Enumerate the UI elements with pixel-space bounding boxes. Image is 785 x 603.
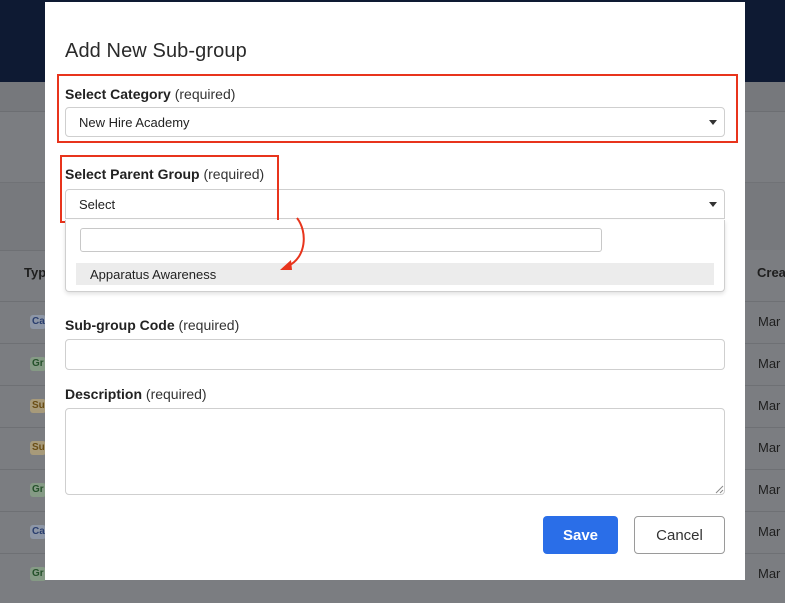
type-badge: Su bbox=[30, 441, 46, 455]
created-date: Mar bbox=[758, 440, 781, 455]
description-label: Description (required) bbox=[65, 386, 207, 402]
column-header-type: Typ bbox=[24, 265, 47, 280]
parent-group-required-text: (required) bbox=[203, 166, 265, 182]
parent-group-label: Select Parent Group (required) bbox=[65, 166, 264, 182]
column-header-created: Crea bbox=[757, 265, 785, 280]
type-badge: Ca bbox=[30, 525, 46, 539]
chevron-down-icon bbox=[709, 202, 717, 207]
cancel-button[interactable]: Cancel bbox=[634, 516, 725, 554]
description-textarea[interactable] bbox=[65, 408, 725, 495]
created-date: Mar bbox=[758, 482, 781, 497]
subgroup-code-label: Sub-group Code (required) bbox=[65, 317, 239, 333]
created-date: Mar bbox=[758, 524, 781, 539]
subgroup-code-label-text: Sub-group Code bbox=[65, 317, 175, 333]
category-required-text: (required) bbox=[174, 86, 236, 102]
category-select[interactable]: New Hire Academy bbox=[65, 107, 725, 137]
description-required-text: (required) bbox=[145, 386, 207, 402]
dropdown-option-apparatus-awareness[interactable]: Apparatus Awareness bbox=[76, 263, 714, 285]
category-select-value: New Hire Academy bbox=[79, 115, 190, 130]
type-badge: Ca bbox=[30, 315, 46, 329]
parent-group-dropdown: Apparatus Awareness bbox=[65, 220, 725, 292]
description-label-text: Description bbox=[65, 386, 143, 402]
category-label-text: Select Category bbox=[65, 86, 171, 102]
dropdown-search-input[interactable] bbox=[80, 228, 602, 252]
modal-title: Add New Sub-group bbox=[65, 40, 247, 62]
add-subgroup-modal: Add New Sub-group Select Category (requi… bbox=[45, 2, 745, 580]
created-date: Mar bbox=[758, 566, 781, 581]
category-label: Select Category (required) bbox=[65, 86, 235, 102]
subgroup-code-required-text: (required) bbox=[178, 317, 240, 333]
created-date: Mar bbox=[758, 314, 781, 329]
type-badge: Gr bbox=[30, 483, 46, 497]
subgroup-code-input[interactable] bbox=[65, 339, 725, 370]
resize-grip-icon[interactable] bbox=[715, 485, 724, 494]
save-button[interactable]: Save bbox=[543, 516, 618, 554]
parent-group-select-value: Select bbox=[79, 197, 116, 212]
parent-group-select[interactable]: Select bbox=[65, 189, 725, 219]
created-date: Mar bbox=[758, 356, 781, 371]
annotation-arrow-icon bbox=[280, 217, 305, 270]
chevron-down-icon bbox=[709, 120, 717, 125]
created-date: Mar bbox=[758, 398, 781, 413]
type-badge: Su bbox=[30, 399, 46, 413]
parent-group-label-text: Select Parent Group bbox=[65, 166, 200, 182]
type-badge: Gr bbox=[30, 567, 46, 581]
type-badge: Gr bbox=[30, 357, 46, 371]
